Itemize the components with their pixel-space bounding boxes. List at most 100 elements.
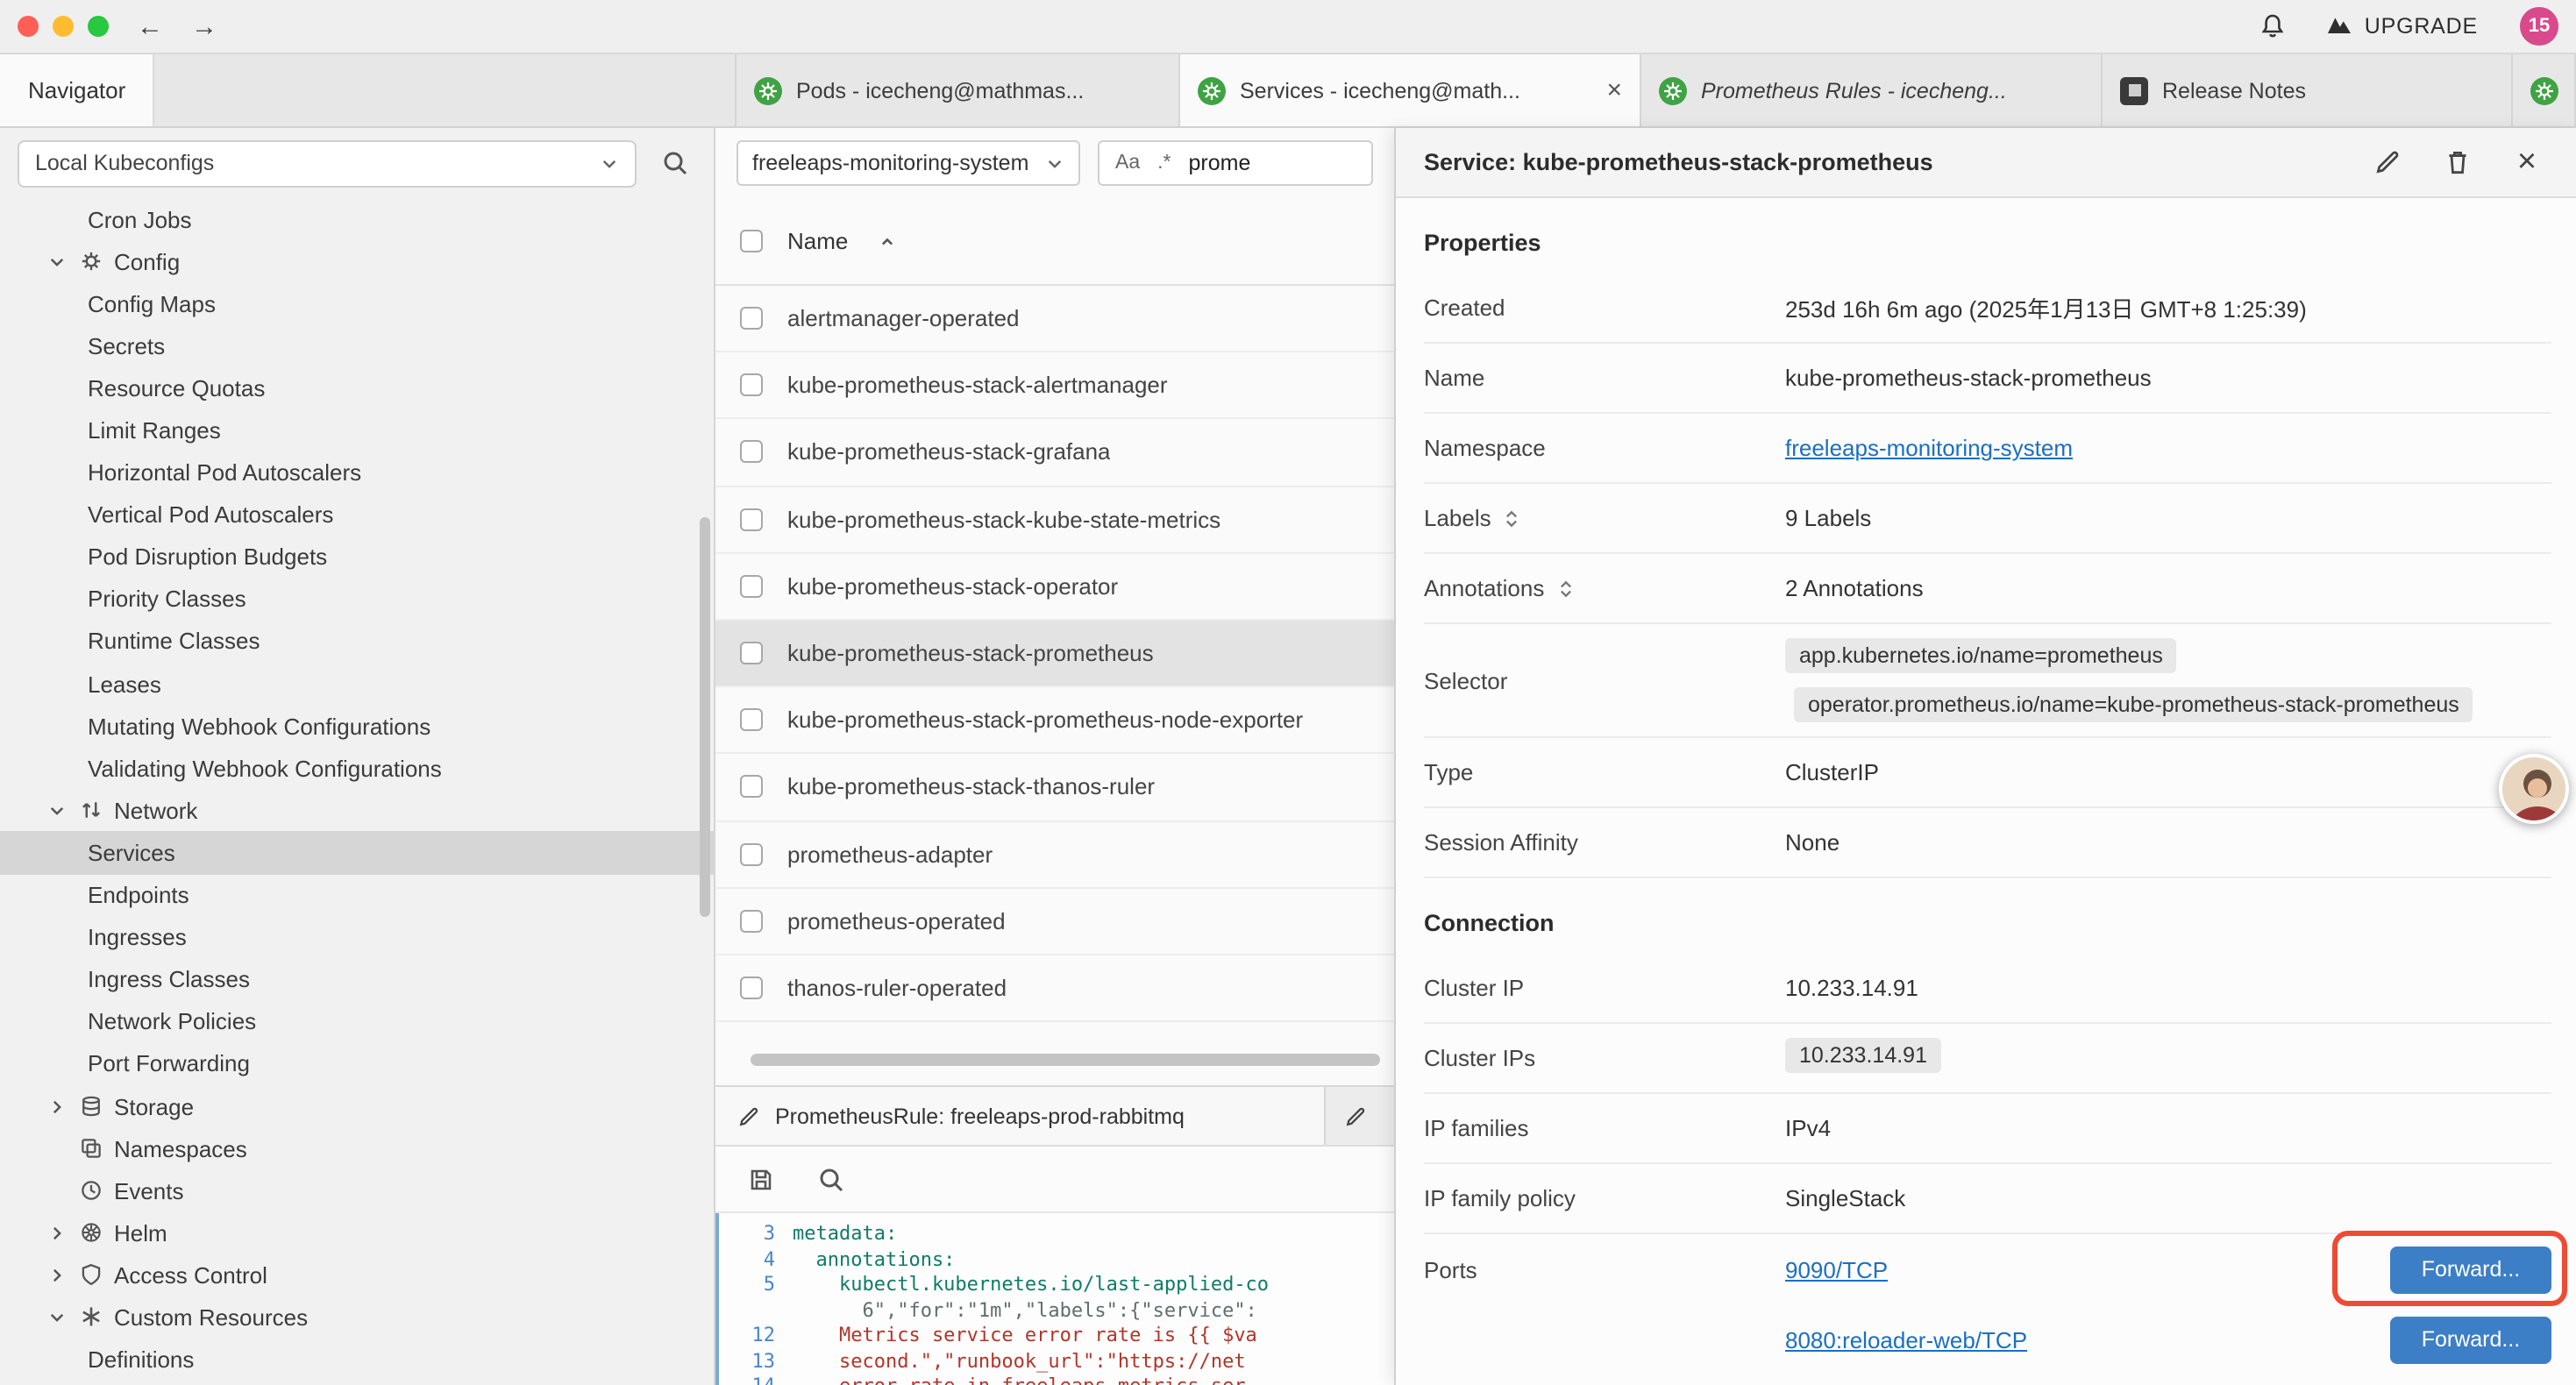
row-checkbox[interactable] xyxy=(740,508,763,530)
sidebar-item-pod-disruption-budgets[interactable]: Pod Disruption Budgets xyxy=(0,536,714,579)
row-checkbox[interactable] xyxy=(740,642,763,664)
sort-ascending-icon[interactable] xyxy=(876,231,897,252)
sidebar-item-port-forwarding[interactable]: Port Forwarding xyxy=(0,1043,714,1085)
sidebar-item-network-policies[interactable]: Network Policies xyxy=(0,1001,714,1043)
code-line: Metrics service error rate is {{ $va xyxy=(793,1324,1257,1349)
sidebar-search-icon[interactable] xyxy=(654,142,696,184)
row-checkbox[interactable] xyxy=(740,977,763,999)
kubeconfig-select[interactable]: Local Kubeconfigs xyxy=(18,139,637,187)
table-row[interactable]: kube-prometheus-stack-grafana xyxy=(715,420,1394,487)
sidebar-item-vertical-pod-autoscalers[interactable]: Vertical Pod Autoscalers xyxy=(0,494,714,536)
navigator-panel-tab[interactable]: Navigator xyxy=(0,54,154,126)
sidebar-item-access-control[interactable]: Access Control xyxy=(0,1254,714,1296)
table-row[interactable]: kube-prometheus-stack-kube-state-metrics xyxy=(715,487,1394,553)
sidebar-item-custom-resources[interactable]: Custom Resources xyxy=(0,1296,714,1339)
table-row[interactable]: prometheus-operated xyxy=(715,888,1394,955)
row-checkbox[interactable] xyxy=(740,910,763,933)
sidebar-item-ingress-classes[interactable]: Ingress Classes xyxy=(0,958,714,1000)
tab-close-icon[interactable]: × xyxy=(1606,77,1622,103)
tab-services-active[interactable]: Services - icecheng@math... × xyxy=(1180,54,1641,126)
chevron-down-icon xyxy=(600,153,619,173)
sidebar-item-storage[interactable]: Storage xyxy=(0,1085,714,1127)
table-row[interactable]: prometheus-adapter xyxy=(715,821,1394,888)
line-number: 4 xyxy=(719,1247,793,1273)
horizontal-scrollbar[interactable] xyxy=(715,1050,1394,1071)
network-arrows-icon xyxy=(77,798,103,824)
dock-tab-partial[interactable] xyxy=(1326,1087,1394,1145)
kubernetes-cluster-icon xyxy=(1198,76,1226,104)
sidebar-item-resource-quotas[interactable]: Resource Quotas xyxy=(0,367,714,409)
back-arrow-icon[interactable]: ← xyxy=(137,13,163,39)
sidebar-item-namespaces[interactable]: Namespaces xyxy=(0,1127,714,1169)
sidebar-item-helm[interactable]: Helm xyxy=(0,1212,714,1254)
tab-pods[interactable]: Pods - icecheng@mathmas... xyxy=(737,54,1180,126)
sidebar-item-priority-classes[interactable]: Priority Classes xyxy=(0,579,714,621)
forward-arrow-icon[interactable]: → xyxy=(191,13,217,39)
row-checkbox[interactable] xyxy=(740,441,763,464)
sidebar-item-limit-ranges[interactable]: Limit Ranges xyxy=(0,409,714,451)
sidebar-item-endpoints[interactable]: Endpoints xyxy=(0,874,714,916)
tab-release-notes[interactable]: Release Notes xyxy=(2103,54,2513,126)
row-checkbox[interactable] xyxy=(740,708,763,731)
service-detail-panel: Service: kube-prometheus-stack-prometheu… xyxy=(1394,128,2576,1385)
sidebar-item-horizontal-pod-autoscalers[interactable]: Horizontal Pod Autoscalers xyxy=(0,451,714,494)
row-checkbox[interactable] xyxy=(740,776,763,799)
row-checkbox[interactable] xyxy=(740,374,763,397)
notification-count-badge[interactable]: 15 xyxy=(2520,7,2558,46)
sidebar-item-mutating-webhook-configurations[interactable]: Mutating Webhook Configurations xyxy=(0,705,714,747)
table-row[interactable]: kube-prometheus-stack-prometheus-node-ex… xyxy=(715,687,1394,754)
dock-tab-prometheusrule[interactable]: PrometheusRule: freeleaps-prod-rabbitmq xyxy=(715,1087,1326,1145)
sidebar-item-ingresses[interactable]: Ingresses xyxy=(0,916,714,958)
sidebar-item-network[interactable]: Network xyxy=(0,790,714,832)
name-column-header[interactable]: Name xyxy=(787,228,848,254)
forward-button[interactable]: Forward... xyxy=(2390,1246,2551,1293)
match-case-toggle[interactable]: Aa xyxy=(1115,153,1140,174)
select-all-checkbox[interactable] xyxy=(740,230,763,252)
table-row[interactable]: thanos-ruler-operated xyxy=(715,955,1394,1022)
edit-pencil-icon[interactable] xyxy=(2366,141,2408,183)
delete-trash-icon[interactable] xyxy=(2436,141,2478,183)
table-row[interactable]: kube-prometheus-stack-thanos-ruler xyxy=(715,755,1394,821)
row-checkbox[interactable] xyxy=(740,307,763,330)
sidebar-scrollbar[interactable] xyxy=(700,517,710,917)
table-row[interactable]: kube-prometheus-stack-operator xyxy=(715,554,1394,621)
window-minimize-button[interactable] xyxy=(53,16,74,37)
search-input[interactable]: Aa .* prome xyxy=(1098,140,1373,186)
regex-toggle[interactable]: .* xyxy=(1157,153,1171,174)
sidebar-item-events[interactable]: Events xyxy=(0,1169,714,1211)
close-icon[interactable]: × xyxy=(2506,141,2548,183)
port-link-9090[interactable]: 9090/TCP xyxy=(1785,1256,1888,1282)
expand-sort-icon[interactable] xyxy=(1555,578,1576,599)
sidebar-item-config[interactable]: Config xyxy=(0,240,714,282)
avatar[interactable] xyxy=(2499,754,2569,824)
notifications-bell-icon[interactable] xyxy=(2259,12,2288,40)
yaml-editor[interactable]: 3metadata: 4 annotations: 5 kubectl.kube… xyxy=(715,1213,1394,1385)
upgrade-button[interactable]: UPGRADE xyxy=(2326,10,2478,43)
window-close-button[interactable] xyxy=(18,16,39,37)
namespace-select[interactable]: freeleaps-monitoring-system xyxy=(737,140,1080,186)
window-zoom-button[interactable] xyxy=(88,16,109,37)
sidebar-item-leases[interactable]: Leases xyxy=(0,663,714,705)
row-checkbox[interactable] xyxy=(740,842,763,865)
save-icon[interactable] xyxy=(740,1158,782,1200)
clock-icon xyxy=(77,1177,103,1204)
table-row[interactable]: alertmanager-operated xyxy=(715,286,1394,352)
table-row-selected[interactable]: kube-prometheus-stack-prometheus xyxy=(715,621,1394,687)
port-link-8080[interactable]: 8080:reloader-web/TCP xyxy=(1785,1326,2027,1353)
sidebar-item-secrets[interactable]: Secrets xyxy=(0,325,714,367)
sidebar-item-runtime-classes[interactable]: Runtime Classes xyxy=(0,621,714,663)
tab-bar-gap xyxy=(154,54,737,126)
namespace-link[interactable]: freeleaps-monitoring-system xyxy=(1785,435,2073,461)
sidebar-item-services[interactable]: Services xyxy=(0,832,714,874)
row-checkbox[interactable] xyxy=(740,575,763,598)
table-row[interactable]: kube-prometheus-stack-alertmanager xyxy=(715,352,1394,419)
forward-button[interactable]: Forward... xyxy=(2390,1316,2551,1363)
sidebar-item-config-maps[interactable]: Config Maps xyxy=(0,282,714,324)
editor-search-icon[interactable] xyxy=(810,1158,852,1200)
tab-prometheus-rules[interactable]: Prometheus Rules - icecheng... xyxy=(1641,54,2103,126)
expand-sort-icon[interactable] xyxy=(1502,508,1523,529)
sidebar-item-validating-webhook-configurations[interactable]: Validating Webhook Configurations xyxy=(0,747,714,789)
tab-argo[interactable]: Argo Se xyxy=(2513,54,2576,126)
sidebar-item-definitions[interactable]: Definitions xyxy=(0,1339,714,1381)
sidebar-item-cron-jobs[interactable]: Cron Jobs xyxy=(0,198,714,240)
